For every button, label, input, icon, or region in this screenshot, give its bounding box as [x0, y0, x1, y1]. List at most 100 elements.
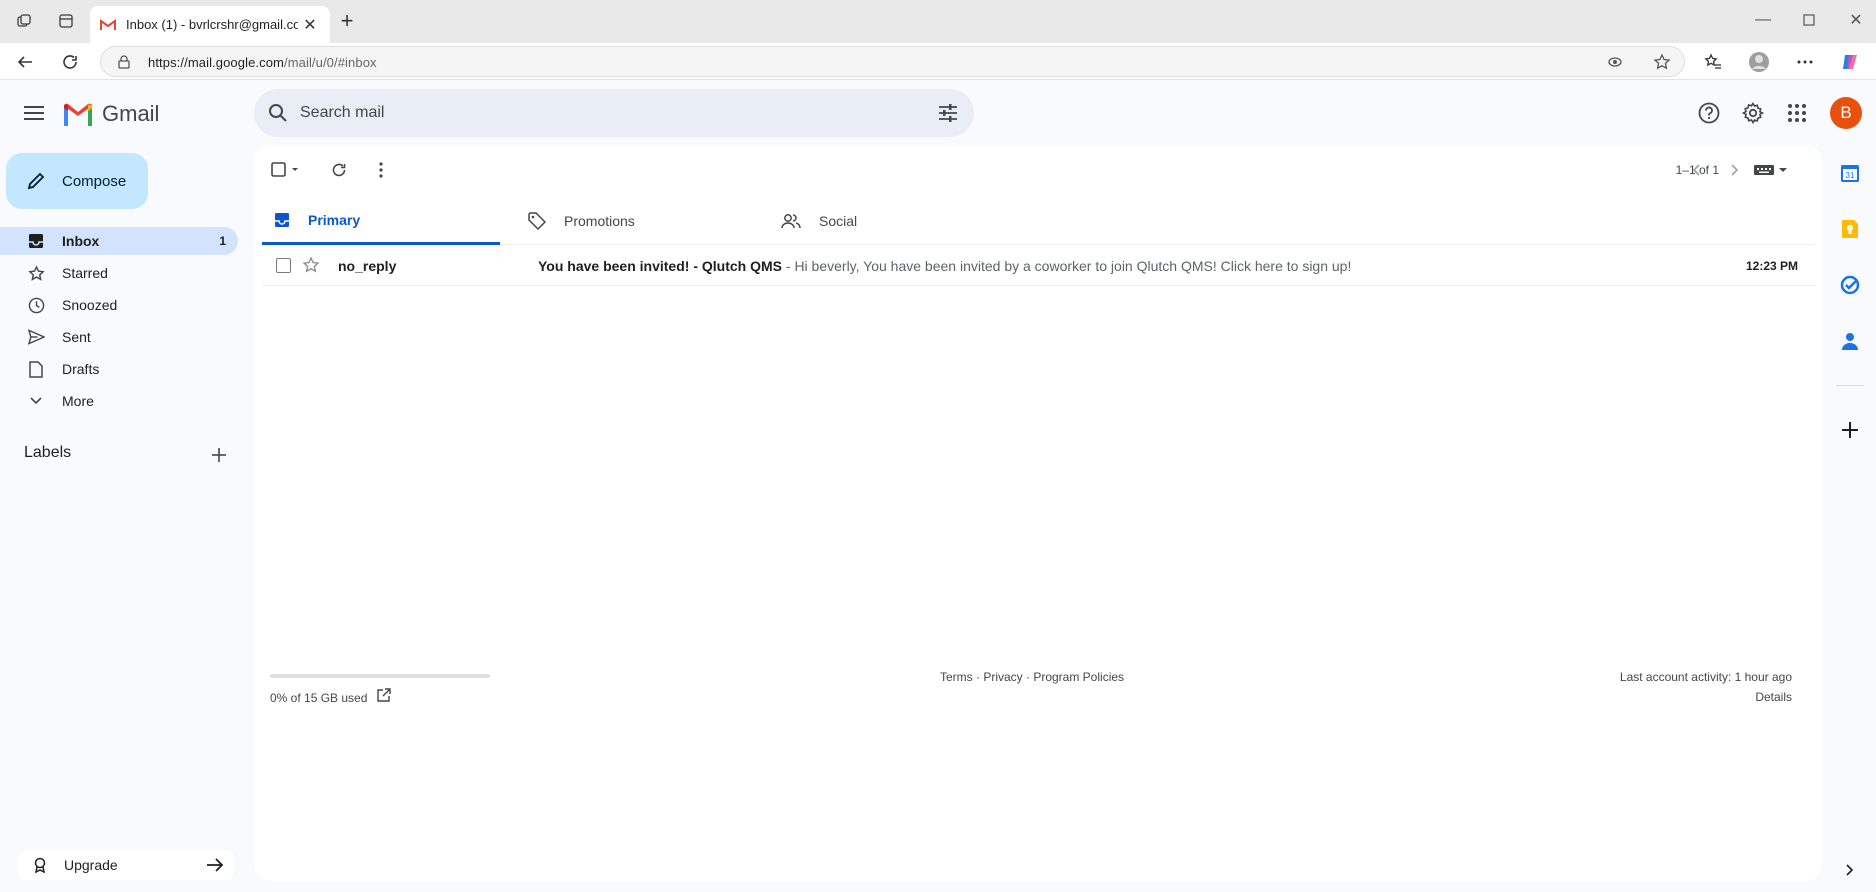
tab-social[interactable]: Social — [769, 197, 1007, 245]
get-addons-plus-icon[interactable] — [1838, 418, 1862, 442]
favorite-star-icon[interactable] — [1653, 53, 1671, 71]
settings-gear-icon[interactable] — [1741, 101, 1765, 125]
search-input[interactable] — [296, 89, 896, 137]
email-row[interactable]: no_reply You have been invited! - Qlutch… — [262, 246, 1814, 286]
address-bar-row: https://mail.google.com/mail/u/0/#inbox — [0, 43, 1876, 80]
side-panel-divider — [1836, 385, 1864, 386]
browser-tab-gmail[interactable]: Inbox (1) - bvrlcrshr@gmail.com ✕ — [90, 6, 330, 43]
tab-actions-icon[interactable] — [56, 11, 76, 31]
back-icon[interactable] — [14, 51, 36, 73]
upgrade-button[interactable]: Upgrade — [18, 850, 234, 880]
footer-policy-links[interactable]: Terms · Privacy · Program Policies — [940, 670, 1124, 684]
refresh-mail-icon[interactable] — [328, 159, 350, 181]
older-chevron-left-icon[interactable] — [1685, 159, 1707, 181]
people-icon — [781, 213, 801, 229]
workspaces-icon[interactable] — [14, 11, 34, 31]
more-options-icon[interactable] — [1794, 51, 1816, 73]
tab-label: Promotions — [564, 213, 635, 229]
favorites-icon[interactable] — [1702, 51, 1724, 73]
category-tabs: Primary Promotions Social — [262, 197, 1814, 245]
details-link[interactable]: Details — [1755, 690, 1792, 704]
last-account-activity: Last account activity: 1 hour ago — [1619, 670, 1792, 684]
minimize-icon[interactable]: — — [1753, 10, 1773, 30]
storage-usage-text: 0% of 15 GB used — [270, 691, 368, 705]
email-subject: You have been invited! - Qlutch QMS — [538, 258, 782, 274]
input-tools-keyboard-icon[interactable] — [1751, 159, 1791, 181]
tab-close-icon[interactable]: ✕ — [300, 15, 320, 35]
storage-usage-bar — [270, 674, 490, 678]
gmail-logo[interactable]: Gmail — [62, 101, 159, 127]
row-checkbox[interactable] — [276, 258, 291, 273]
sidebar-item-sent[interactable]: Sent — [0, 323, 238, 351]
new-tab-button[interactable]: + — [336, 8, 358, 33]
sidebar-item-drafts[interactable]: Drafts — [0, 355, 238, 383]
url-host: https://mail.google.com — [148, 55, 284, 70]
star-toggle-icon[interactable] — [302, 256, 320, 274]
calendar-icon[interactable]: 31 — [1838, 161, 1862, 185]
open-in-new-icon[interactable] — [376, 688, 392, 704]
gmail-wordmark: Gmail — [102, 101, 160, 126]
copilot-icon[interactable] — [1840, 51, 1862, 73]
tab-title: Inbox (1) - bvrlcrshr@gmail.com — [126, 17, 298, 32]
upgrade-badge-icon — [32, 857, 48, 873]
lock-icon[interactable] — [117, 54, 131, 70]
pencil-icon — [26, 171, 46, 191]
draft-icon — [26, 359, 46, 379]
labels-heading: Labels — [24, 444, 72, 461]
search-icon[interactable] — [266, 101, 290, 125]
email-subject-line: You have been invited! - Qlutch QMS - Hi… — [538, 258, 1351, 274]
account-avatar[interactable]: B — [1830, 97, 1862, 129]
newer-chevron-right-icon[interactable] — [1724, 159, 1746, 181]
email-time: 12:23 PM — [1745, 259, 1798, 273]
sidebar-item-snoozed[interactable]: Snoozed — [0, 291, 238, 319]
select-all-checkbox[interactable] — [271, 159, 301, 181]
sidebar-item-label: Drafts — [62, 361, 100, 377]
compose-button[interactable]: Compose — [6, 153, 148, 209]
sidebar-item-inbox[interactable]: Inbox 1 — [0, 227, 238, 255]
apps-grid-icon[interactable] — [1785, 101, 1809, 125]
mail-list-panel: 1–1 of 1 Primary Promotions Social no_re… — [254, 145, 1822, 881]
chevron-down-icon — [26, 391, 46, 411]
url-field[interactable]: https://mail.google.com/mail/u/0/#inbox — [100, 46, 1685, 77]
svg-text:31: 31 — [1846, 171, 1855, 180]
help-icon[interactable] — [1697, 101, 1721, 125]
sidebar-item-more[interactable]: More — [0, 387, 238, 415]
url-path: /mail/u/0/#inbox — [283, 55, 377, 70]
sidebar-item-label: Inbox — [62, 233, 100, 249]
profile-icon[interactable] — [1748, 51, 1770, 73]
search-bar[interactable] — [254, 89, 974, 137]
tracking-prevention-icon[interactable] — [1606, 53, 1624, 71]
hide-side-panel-chevron-icon[interactable] — [1838, 858, 1862, 882]
send-icon — [26, 327, 46, 347]
main-menu-icon[interactable] — [20, 101, 48, 125]
gmail-favicon-icon — [100, 18, 116, 31]
inbox-tab-icon — [274, 212, 290, 228]
inbox-icon — [26, 231, 46, 251]
add-label-icon[interactable] — [208, 444, 230, 466]
unread-count: 1 — [219, 234, 226, 248]
contacts-icon[interactable] — [1838, 329, 1862, 353]
sidebar-item-label: More — [62, 393, 94, 409]
url-text: https://mail.google.com/mail/u/0/#inbox — [148, 55, 377, 70]
sidebar-item-starred[interactable]: Starred — [0, 259, 238, 287]
upgrade-label: Upgrade — [64, 857, 118, 873]
email-snippet: - Hi beverly, You have been invited by a… — [782, 258, 1352, 274]
search-options-icon[interactable] — [936, 101, 960, 125]
more-actions-icon[interactable] — [370, 159, 392, 181]
sidebar-item-label: Starred — [62, 265, 108, 281]
refresh-icon[interactable] — [59, 51, 81, 73]
gmail-m-icon — [62, 102, 94, 126]
tab-promotions[interactable]: Promotions — [516, 197, 754, 245]
sidebar-item-label: Snoozed — [62, 297, 118, 313]
tab-primary[interactable]: Primary — [262, 197, 500, 245]
tag-icon — [528, 212, 546, 230]
tasks-icon[interactable] — [1838, 273, 1862, 297]
keep-icon[interactable] — [1838, 217, 1862, 241]
sidebar-item-label: Sent — [62, 329, 91, 345]
maximize-icon[interactable] — [1799, 10, 1819, 30]
tab-label: Primary — [308, 211, 361, 228]
star-icon — [26, 263, 46, 283]
arrow-right-icon — [206, 857, 224, 873]
window-close-icon[interactable]: ✕ — [1846, 10, 1866, 30]
compose-label: Compose — [62, 172, 127, 190]
